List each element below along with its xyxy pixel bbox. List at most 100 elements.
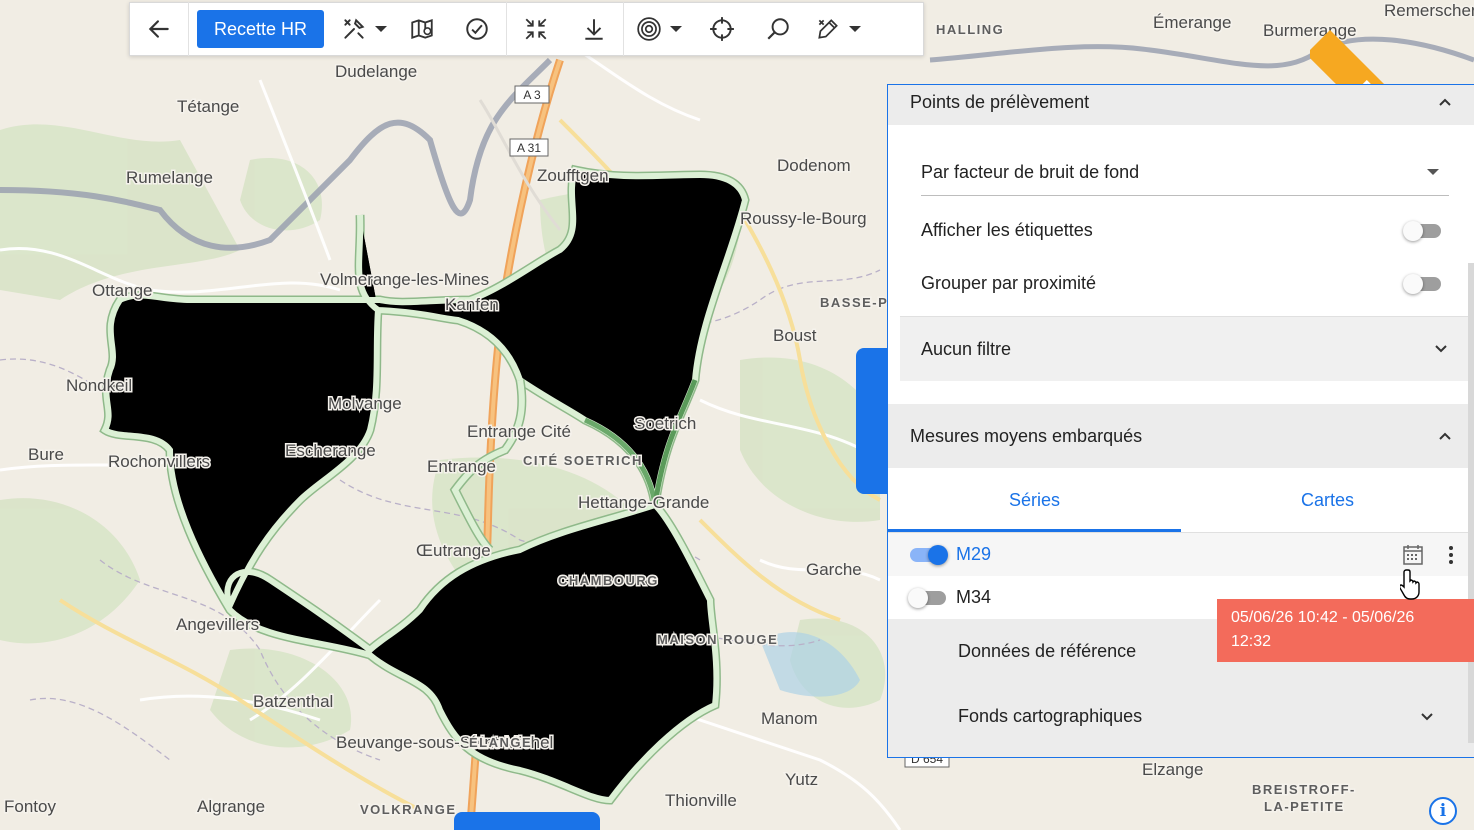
search-icon xyxy=(767,18,789,40)
mobile-measures-header[interactable]: Mesures moyens embarqués xyxy=(888,404,1474,468)
measures-tabs: Séries Cartes xyxy=(888,468,1474,533)
filter-expander[interactable]: Aucun filtre xyxy=(900,317,1469,381)
target-icon xyxy=(637,17,661,41)
back-arrow-icon xyxy=(148,20,169,38)
check-circle-icon xyxy=(466,18,488,40)
place-label: Ottange xyxy=(92,281,153,300)
back-button[interactable] xyxy=(130,3,188,55)
map-bottom-handle[interactable] xyxy=(454,812,600,830)
place-label: Fontoy xyxy=(4,797,56,816)
district-label: LA-PETITE xyxy=(1264,799,1345,814)
chevron-up-icon xyxy=(1439,432,1451,440)
place-label: Molvange xyxy=(328,394,402,413)
place-label: Bure xyxy=(28,445,64,464)
place-label: Algrange xyxy=(197,797,265,816)
place-label: Volmerange-les-Mines xyxy=(320,270,489,289)
mobile-measures-title: Mesures moyens embarqués xyxy=(910,425,1143,446)
series-m34-label[interactable]: M34 xyxy=(956,587,991,608)
place-label: Kanfen xyxy=(445,295,499,314)
series-m34-toggle[interactable] xyxy=(908,587,946,608)
info-button[interactable]: i xyxy=(1429,797,1457,825)
place-label: Zoufftgen xyxy=(537,166,609,185)
place-label: Roussy-le-Bourg xyxy=(740,209,867,228)
series-m29-toggle[interactable] xyxy=(910,544,948,565)
calendar-icon[interactable] xyxy=(1402,544,1424,566)
tab-maps[interactable]: Cartes xyxy=(1181,468,1474,532)
place-label: Dodenom xyxy=(777,156,851,175)
tab-series[interactable]: Séries xyxy=(888,468,1181,532)
draw-tools-icon xyxy=(818,19,838,39)
crosshair-icon xyxy=(710,17,734,41)
show-labels-toggle[interactable] xyxy=(1403,220,1441,241)
show-labels-label: Afficher les étiquettes xyxy=(921,220,1093,240)
place-label: Nondkeil xyxy=(66,376,132,395)
place-label: Elzange xyxy=(1142,760,1203,779)
group-proximity-toggle[interactable] xyxy=(1403,273,1441,294)
basemaps-label: Fonds cartographiques xyxy=(958,706,1143,726)
chevron-down-icon xyxy=(1421,712,1433,720)
place-label: Thionville xyxy=(665,791,737,810)
search-button[interactable] xyxy=(750,3,806,55)
group-proximity-label: Grouper par proximité xyxy=(921,273,1097,293)
district-label: CHAMBOURG xyxy=(558,573,659,588)
download-button[interactable] xyxy=(565,3,623,55)
map-toolbar: Recette HR xyxy=(129,2,924,56)
panel-scrollbar[interactable] xyxy=(1468,263,1474,743)
exercise-ribbon: EXERCI xyxy=(1310,0,1474,90)
place-label: Entrange xyxy=(427,457,496,476)
reference-data-label: Données de référence xyxy=(958,641,1137,661)
place-label: Œutrange xyxy=(416,541,491,560)
road-shield-a31: A 31 xyxy=(509,138,549,157)
place-label: Rochonvillers xyxy=(108,452,210,471)
locate-button[interactable] xyxy=(694,3,750,55)
map-side-handle[interactable] xyxy=(856,348,888,494)
place-label: Yutz xyxy=(785,770,818,789)
district-label: CITÉ SOETRICH xyxy=(523,453,643,468)
place-label: Boust xyxy=(773,326,817,345)
place-label: Batzenthal xyxy=(253,692,333,711)
target-menu-button[interactable] xyxy=(624,3,694,55)
district-label: ÉLANGE xyxy=(469,735,532,750)
filter-label: Aucun filtre xyxy=(921,338,1012,359)
district-label: VOLKRANGE xyxy=(360,802,457,817)
map-pin-icon xyxy=(411,19,433,39)
download-icon xyxy=(585,19,603,40)
group-proximity-row: Grouper par proximité xyxy=(888,257,1474,310)
place-label: Angevillers xyxy=(176,615,259,634)
classification-select[interactable]: Par facteur de bruit de fond xyxy=(921,149,1449,196)
tooltip-date-end: 12:32 xyxy=(1231,633,1272,650)
place-label: Hettange-Grande xyxy=(578,493,709,512)
district-label: BREISTROFF- xyxy=(1252,782,1356,797)
validate-button[interactable] xyxy=(448,3,506,55)
map-layers-button[interactable] xyxy=(396,3,448,55)
place-label: Rumelange xyxy=(126,168,213,187)
district-label: MAISON ROUGE xyxy=(657,632,778,647)
basemaps-expander[interactable]: Fonds cartographiques xyxy=(888,684,1474,749)
tools-menu-button[interactable] xyxy=(332,3,396,55)
place-label: Émerange xyxy=(1153,13,1231,32)
place-label: Entrange Cité xyxy=(467,422,571,441)
place-label: Manom xyxy=(761,709,818,728)
road-shield-a3: A 3 xyxy=(514,85,550,104)
sampling-points-title: Points de prélèvement xyxy=(910,91,1090,112)
classification-value: Par facteur de bruit de fond xyxy=(921,161,1140,182)
place-label: Escherange xyxy=(285,441,376,460)
show-labels-row: Afficher les étiquettes xyxy=(888,204,1474,257)
svg-text:A 31: A 31 xyxy=(517,141,541,155)
tools-icon xyxy=(344,18,365,39)
place-label: Garche xyxy=(806,560,862,579)
dropdown-caret-icon xyxy=(1427,169,1439,175)
place-label: Dudelange xyxy=(335,62,417,81)
svg-text:A 3: A 3 xyxy=(523,88,541,102)
chevron-down-icon xyxy=(1435,345,1447,353)
series-date-tooltip: 05/06/26 10:42 - 05/06/26 12:32 xyxy=(1217,599,1474,662)
collapse-button[interactable] xyxy=(507,3,565,55)
more-vert-icon[interactable] xyxy=(1440,544,1462,566)
series-m29-label[interactable]: M29 xyxy=(956,544,991,565)
project-button[interactable]: Recette HR xyxy=(197,10,325,48)
draw-tools-menu-button[interactable] xyxy=(806,3,870,55)
hand-cursor-icon xyxy=(1400,569,1420,600)
district-label: HALLING xyxy=(936,22,1004,37)
place-label: Tétange xyxy=(177,97,239,116)
sampling-points-header[interactable]: Points de prélèvement xyxy=(888,85,1474,125)
